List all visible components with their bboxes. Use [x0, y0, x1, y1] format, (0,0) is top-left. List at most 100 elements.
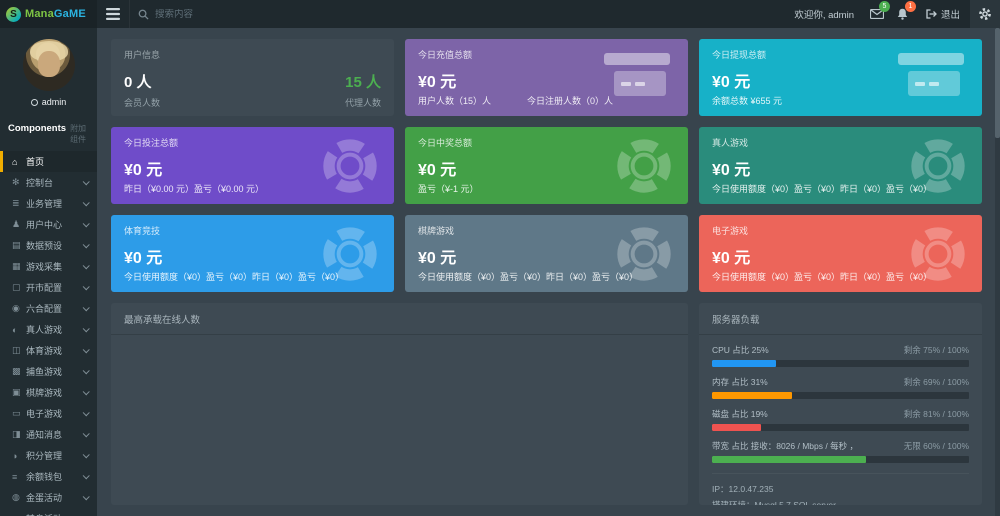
- search-input[interactable]: [155, 9, 305, 20]
- sidebar-item-sports-games[interactable]: ◫体育游戏: [0, 340, 97, 361]
- sidebar-item-liuhe-config[interactable]: ◉六合配置: [0, 298, 97, 319]
- settings-button[interactable]: [970, 0, 1000, 28]
- stat-card-title: 体育竞技: [124, 224, 381, 237]
- agents-count-value: 15 人: [345, 71, 381, 92]
- info-value: Mysql 5.7 SQL server: [755, 500, 836, 506]
- chevron-down-icon: [83, 409, 90, 416]
- stat-card-value: ¥0 元: [124, 244, 381, 268]
- stat-card-体育竞技[interactable]: 体育竞技 ¥0 元今日使用额度（¥0）盈亏（¥0）昨日（¥0）盈亏（¥0）: [111, 215, 394, 292]
- sidebar-item-home[interactable]: ⌂首页: [0, 151, 97, 172]
- info-label: 搭建环境：: [712, 500, 755, 506]
- sidebar-item-label: 余额钱包: [26, 470, 83, 483]
- search-icon: [138, 9, 149, 20]
- chevron-down-icon: [83, 493, 90, 500]
- sidebar-item-console[interactable]: ✻控制台: [0, 172, 97, 193]
- scrollbar-thumb[interactable]: [995, 28, 1000, 138]
- panel-title: 最高承载在线人数: [111, 303, 688, 335]
- stat-card-value: ¥0 元: [712, 244, 969, 268]
- users-stats-row: 0 人会员人数15 人代理人数: [124, 71, 381, 109]
- stat-card-棋牌游戏[interactable]: 棋牌游戏¥0 元今日使用额度（¥0）盈亏（¥0）昨日（¥0）盈亏（¥0）: [405, 215, 688, 292]
- stat-card-今日提现总额[interactable]: 今日提现总额¥0 元余额总数 ¥655 元: [699, 39, 982, 116]
- sidebar-item-data-preset[interactable]: ▤数据预设: [0, 235, 97, 256]
- sidebar-item-label: 业务管理: [26, 197, 83, 210]
- avatar[interactable]: [23, 39, 75, 91]
- info-value: 12.0.47.235: [729, 484, 774, 494]
- sidebar-item-label: 真人游戏: [26, 323, 83, 336]
- notifications-button[interactable]: 1: [890, 0, 916, 28]
- logo-icon: S: [6, 7, 21, 22]
- stat-card-今日投注总额[interactable]: 今日投注总额¥0 元昨日（¥0.00 元）盈亏（¥0.00 元）: [111, 127, 394, 204]
- home-icon: ⌂: [12, 157, 26, 167]
- sidebar-item-golden-egg[interactable]: ◍金蛋活动: [0, 487, 97, 508]
- info-label: IP：: [712, 484, 729, 494]
- stat-card-用户信息[interactable]: 用户信息0 人会员人数15 人代理人数: [111, 39, 394, 116]
- meter-label: 磁盘 占比 19%: [712, 408, 768, 420]
- main-content: 用户信息0 人会员人数15 人代理人数今日充值总额¥0 元用户人数（15）人今日…: [97, 28, 995, 516]
- search-bar[interactable]: [130, 9, 305, 20]
- sidebar-item-label: 通知消息: [26, 428, 83, 441]
- sidebar-item-label: 六合配置: [26, 302, 83, 315]
- grid-icon: ▦: [12, 261, 26, 272]
- square-icon: ▢: [12, 282, 26, 293]
- stat-card-title: 棋牌游戏: [418, 224, 675, 237]
- message-icon: ◨: [12, 429, 26, 440]
- meter-fill: [712, 456, 866, 463]
- stat-sub-item: 余额总数 ¥655 元: [712, 94, 782, 107]
- topbar: S ManaGaME 欢迎你, admin 5 1 退出: [0, 0, 1000, 28]
- sidebar-item-business-manage[interactable]: ≣业务管理: [0, 193, 97, 214]
- sidebar-item-game-collect[interactable]: ▦游戏采集: [0, 256, 97, 277]
- chevron-down-icon: [83, 178, 90, 185]
- stat-card-value: ¥0 元: [418, 156, 675, 180]
- fish-icon: ▩: [12, 366, 26, 377]
- sidebar-item-balance-wallet[interactable]: ≡余额钱包: [0, 466, 97, 487]
- sidebar-item-wheel-activity[interactable]: ◔转盘活动: [0, 508, 97, 516]
- stat-card-今日充值总额[interactable]: 今日充值总额¥0 元用户人数（15）人今日注册人数（0）人: [405, 39, 688, 116]
- sidebar-item-notify-message[interactable]: ◨通知消息: [0, 424, 97, 445]
- stat-card-subtext: 今日使用额度（¥0）盈亏（¥0）昨日（¥0）盈亏（¥0）: [124, 270, 381, 283]
- meter-track: [712, 456, 969, 463]
- server-load-panel: 服务器负载 CPU 占比 25%剩余 75% / 100%内存 占比 31%剩余…: [699, 303, 982, 505]
- chevron-down-icon: [83, 325, 90, 332]
- members-count-label: 会员人数: [124, 96, 160, 109]
- stat-sub-item: 今日使用额度（¥0）盈亏（¥0）昨日（¥0）盈亏（¥0）: [418, 270, 638, 283]
- stat-card-今日中奖总额[interactable]: 今日中奖总额¥0 元盈亏（¥-1 元）: [405, 127, 688, 204]
- sidebar-item-label: 转盘活动: [26, 512, 83, 516]
- sidebar-item-user-center[interactable]: ♟用户中心: [0, 214, 97, 235]
- sidebar-item-fishing-games[interactable]: ▩捕鱼游戏: [0, 361, 97, 382]
- stat-card-subtext: 余额总数 ¥655 元: [712, 94, 969, 107]
- chevron-down-icon: [83, 451, 90, 458]
- stat-card-电子游戏[interactable]: 电子游戏¥0 元今日使用额度（¥0）盈亏（¥0）昨日（¥0）盈亏（¥0）: [699, 215, 982, 292]
- app-logo[interactable]: S ManaGaME: [0, 0, 97, 28]
- pointer-icon: ◐: [12, 325, 26, 335]
- logout-button[interactable]: 退出: [916, 0, 970, 28]
- sidebar-item-slot-games[interactable]: ▭电子游戏: [0, 403, 97, 424]
- chevron-down-icon: [83, 367, 90, 374]
- screen-icon: ▭: [12, 408, 26, 419]
- sidebar-item-market-config[interactable]: ▢开市配置: [0, 277, 97, 298]
- meter-label: CPU 占比 25%: [712, 344, 769, 356]
- chevron-down-icon: [83, 283, 90, 290]
- stat-sub-item: 昨日（¥0.00 元）盈亏（¥0.00 元）: [124, 182, 264, 195]
- sidebar-item-label: 捕鱼游戏: [26, 365, 83, 378]
- scrollbar-track[interactable]: [995, 28, 1000, 516]
- calendar-icon: ▤: [12, 240, 26, 251]
- stat-sub-item: 今日使用额度（¥0）盈亏（¥0）昨日（¥0）盈亏（¥0）: [712, 270, 932, 283]
- sidebar-toggle-button[interactable]: [97, 0, 129, 28]
- sidebar-item-board-games[interactable]: ▣棋牌游戏: [0, 382, 97, 403]
- stat-card-title: 今日充值总额: [418, 48, 675, 61]
- stat-card-真人游戏[interactable]: 真人游戏¥0 元今日使用额度（¥0）盈亏（¥0）昨日（¥0）盈亏（¥0）: [699, 127, 982, 204]
- chevron-down-icon: [83, 346, 90, 353]
- sidebar-item-live-games[interactable]: ◐真人游戏: [0, 319, 97, 340]
- chevron-down-icon: [83, 199, 90, 206]
- sidebar-item-points-manage[interactable]: ◑积分管理: [0, 445, 97, 466]
- notifications-badge: 1: [905, 1, 916, 12]
- sidebar-item-label: 电子游戏: [26, 407, 83, 420]
- server-info-line: IP：12.0.47.235: [712, 482, 969, 498]
- meter-remaining: 无限 60% / 100%: [904, 440, 969, 452]
- username: admin: [42, 97, 67, 107]
- messages-button[interactable]: 5: [864, 0, 890, 28]
- agents-count-col: 15 人代理人数: [345, 71, 381, 109]
- sidebar: admin Components 附加组件 ⌂首页✻控制台≣业务管理♟用户中心▤…: [0, 28, 97, 516]
- logo-text: ManaGaME: [25, 8, 86, 20]
- sidebar-item-label: 控制台: [26, 176, 83, 189]
